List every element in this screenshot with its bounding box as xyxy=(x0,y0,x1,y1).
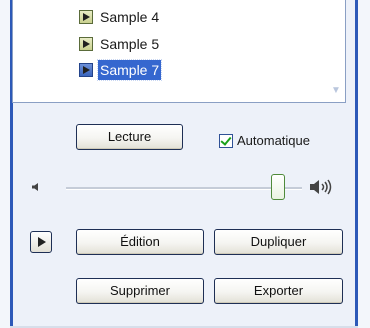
sound-file-icon xyxy=(79,10,93,24)
sound-file-icon xyxy=(79,63,93,77)
duplicate-button[interactable]: Dupliquer xyxy=(214,229,343,255)
scroll-down-icon[interactable]: ▼ xyxy=(331,86,341,96)
play-button[interactable]: Lecture xyxy=(76,124,183,150)
list-item[interactable]: Sample 5 xyxy=(79,33,161,55)
checkbox-icon[interactable] xyxy=(219,133,233,148)
list-item-label: Sample 7 xyxy=(96,59,163,81)
list-item-selected[interactable]: Sample 7 xyxy=(79,59,163,81)
export-button[interactable]: Exporter xyxy=(214,278,343,304)
volume-slider-thumb[interactable] xyxy=(271,174,286,200)
sound-file-icon xyxy=(79,37,93,51)
list-item-label: Sample 5 xyxy=(100,36,160,52)
sample-list[interactable]: Sample 4 Sample 5 Sample 7 ▼ xyxy=(12,0,346,103)
list-item[interactable]: Sample 4 xyxy=(79,6,161,28)
autoplay-checkbox[interactable]: Automatique xyxy=(219,133,310,148)
volume-slider-track[interactable] xyxy=(66,187,302,190)
edit-button[interactable]: Édition xyxy=(76,229,204,255)
play-sample-button[interactable] xyxy=(30,231,52,253)
speaker-high-icon xyxy=(310,179,332,195)
delete-button[interactable]: Supprimer xyxy=(76,278,204,304)
autoplay-label: Automatique xyxy=(237,133,310,148)
speaker-low-icon xyxy=(32,183,38,191)
list-item-label: Sample 4 xyxy=(100,9,160,25)
